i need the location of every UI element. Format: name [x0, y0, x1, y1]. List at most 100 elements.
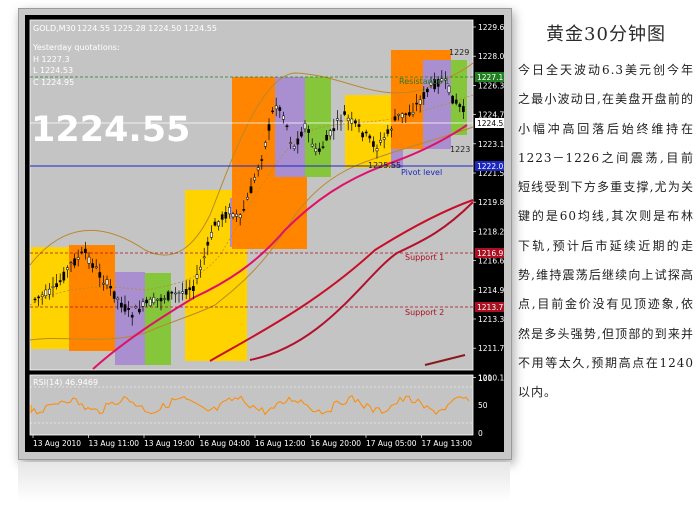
candle-body — [318, 148, 321, 152]
candle-body — [264, 142, 267, 147]
axis-tag-label-pivot: 1222.05 — [477, 162, 504, 171]
big-price-label: 1224.55 — [31, 110, 190, 150]
candle-body — [152, 297, 156, 303]
candle-body — [37, 296, 40, 299]
candle-body — [44, 289, 48, 297]
candle-body — [368, 135, 372, 139]
candle-body — [51, 286, 55, 288]
candle-body — [213, 221, 217, 226]
candlestick — [166, 290, 170, 302]
candle-body — [40, 294, 44, 297]
candle-body — [138, 308, 141, 313]
candle-body — [94, 266, 98, 269]
chart-frame: GOLD,M30 1224.55 1225.28 1224.50 1224.55… — [18, 8, 512, 460]
time-tick-label: 17 Aug 13:00 — [422, 439, 473, 448]
time-tick-label: 17 Aug 05:00 — [366, 439, 417, 448]
candle-body — [55, 283, 58, 288]
candle-body — [415, 102, 418, 105]
candle-body — [210, 232, 213, 238]
candle-body — [310, 143, 314, 147]
candle-body — [238, 214, 242, 219]
candle-body — [181, 291, 184, 294]
axis-tick-label: 1214.95 — [478, 286, 504, 295]
candle-body — [105, 279, 109, 286]
axis-tick-label: 1226.35 — [478, 81, 504, 90]
axis-tick-label: 1213.35 — [478, 315, 504, 324]
candle-body — [289, 142, 292, 144]
candle-body — [249, 186, 253, 193]
candle-body — [379, 139, 382, 143]
candle-body — [120, 302, 123, 308]
candle-body — [91, 263, 94, 268]
price-label-low: 1223 — [450, 145, 470, 154]
axis-tag-label-resistance: 1227.17 — [477, 73, 504, 82]
candle-body — [145, 299, 148, 304]
candle-body — [73, 258, 76, 266]
candle-body — [156, 298, 159, 301]
candle-body — [98, 272, 102, 278]
candle-body — [116, 297, 120, 300]
time-tick-label: 13 Aug 11:00 — [89, 439, 140, 448]
candle-body — [123, 304, 127, 312]
candle-body — [199, 266, 202, 270]
candle-body — [84, 248, 87, 253]
candle-body — [166, 291, 170, 301]
candlestick — [451, 95, 454, 105]
candle-body — [314, 148, 318, 152]
candle-body — [87, 256, 91, 264]
support1-label: Support 1 — [405, 253, 444, 262]
time-axis: 13 Aug 2010 13 Aug 11:00 13 Aug 19:00 16 Au… — [32, 435, 473, 448]
candle-body — [256, 167, 260, 171]
candle-body — [372, 141, 375, 147]
candle-body — [404, 113, 408, 116]
candle-body — [217, 221, 220, 227]
axis-tick-label: 1219.85 — [478, 198, 504, 207]
candle-body — [343, 111, 346, 115]
candle-body — [192, 286, 195, 292]
price-label-high: 1229 — [449, 48, 469, 57]
rsi-label: RSI(14) 46.9469 — [33, 378, 98, 387]
candle-body — [271, 110, 274, 113]
candle-body — [102, 282, 105, 285]
candle-body — [48, 288, 51, 295]
candle-body — [393, 116, 397, 121]
time-tick-label: 16 Aug 04:00 — [200, 439, 251, 448]
candle-body — [451, 95, 454, 104]
gold-30min-chart: GOLD,M30 1224.55 1225.28 1224.50 1224.55… — [25, 15, 504, 452]
candle-body — [231, 213, 235, 218]
candle-body — [397, 114, 400, 116]
candle-body — [141, 301, 145, 307]
candle-body — [246, 197, 249, 200]
candle-body — [408, 112, 411, 116]
rsi-tick-label: 50 — [478, 401, 488, 410]
candle-body — [195, 274, 199, 279]
candle-body — [382, 137, 386, 140]
candle-body — [336, 118, 339, 121]
candle-body — [127, 308, 130, 310]
candle-body — [134, 306, 138, 309]
price-label-mid: 1225.55 — [368, 161, 401, 170]
candle-body — [296, 138, 300, 145]
commentary-title: 黄金30分钟图 — [546, 24, 666, 45]
chart-canvas: GOLD,M30 1224.55 1225.28 1224.50 1224.55… — [29, 19, 504, 448]
candle-body — [375, 148, 379, 152]
rsi-tick-label: 100 — [478, 374, 493, 383]
candle-body — [325, 134, 328, 141]
candle-body — [307, 129, 310, 133]
time-tick-label: 13 Aug 2010 — [33, 439, 81, 448]
candle-body — [170, 291, 174, 294]
candle-body — [458, 104, 462, 107]
candle-body — [321, 146, 325, 148]
candle-body — [282, 115, 285, 120]
candle-body — [76, 257, 80, 260]
support2-label: Support 2 — [405, 308, 444, 317]
candle-body — [462, 106, 465, 113]
candle-body — [400, 113, 404, 118]
candle-body — [242, 209, 246, 211]
commentary-panel: 黄金30分钟图 今日全天波动6.3美元创今年之最小波动日,在美盘开盘前的小幅冲高… — [518, 14, 694, 408]
candle-body — [354, 120, 357, 124]
candle-body — [346, 117, 350, 122]
candle-body — [390, 128, 393, 131]
candle-body — [177, 292, 181, 294]
yesterday-high: H 1227.3 — [33, 55, 70, 64]
